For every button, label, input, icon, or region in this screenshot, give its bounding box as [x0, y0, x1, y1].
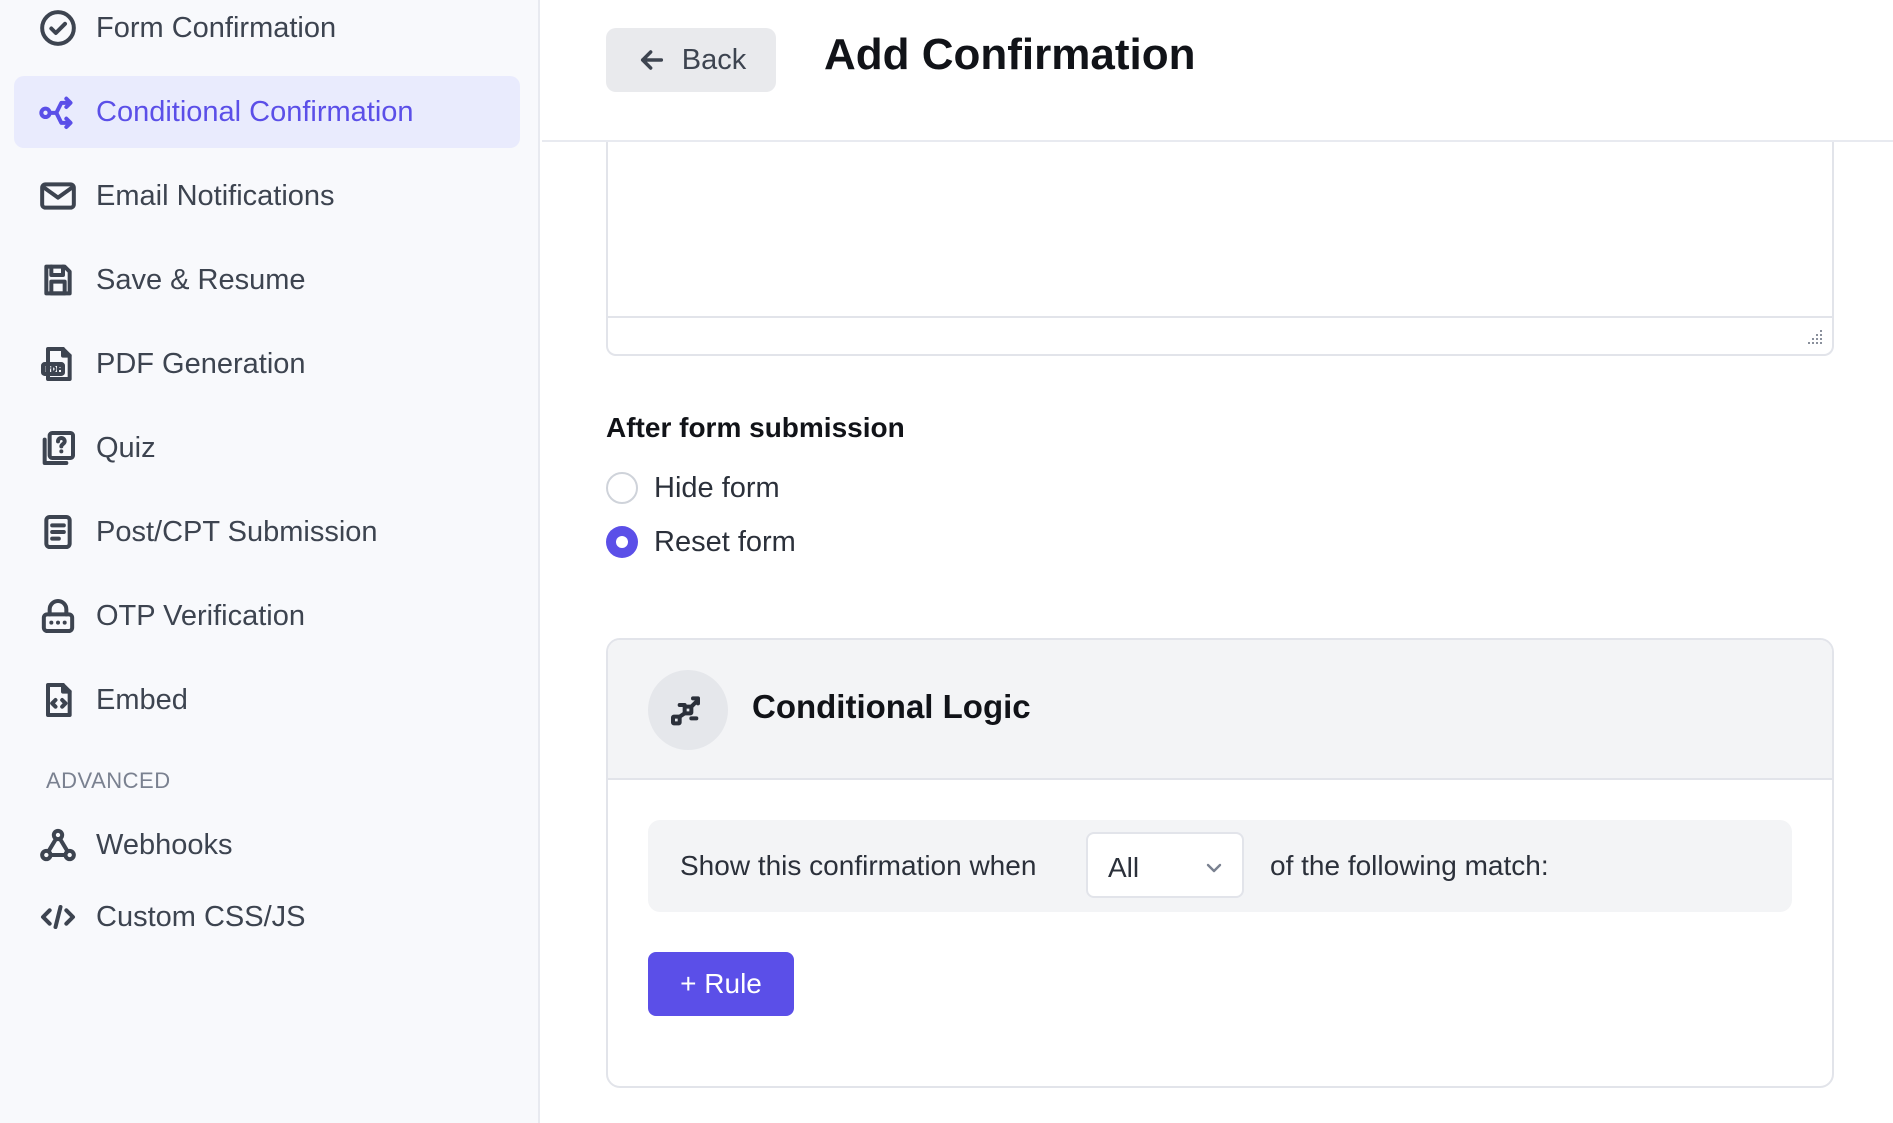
message-editor — [606, 142, 1834, 356]
sidebar-item-label: Post/CPT Submission — [96, 515, 378, 548]
code-file-icon — [38, 680, 78, 720]
radio-reset-form[interactable]: Reset form — [606, 522, 796, 562]
sidebar-item-embed[interactable]: Embed — [14, 664, 520, 736]
condition-prefix: Show this confirmation when — [680, 850, 1037, 881]
page-header: Back Add Confirmation — [542, 0, 1893, 142]
editor-text-area[interactable] — [608, 142, 1832, 318]
advanced-section-label: ADVANCED — [46, 768, 171, 793]
sidebar-item-conditional-confirmation[interactable]: Conditional Confirmation — [14, 76, 520, 148]
sidebar-item-label: PDF Generation — [96, 347, 306, 380]
after-submission-label: After form submission — [606, 412, 905, 443]
sidebar-item-pdf-generation[interactable]: PDF Generation — [14, 328, 520, 400]
sidebar-item-webhooks[interactable]: Webhooks — [14, 809, 520, 881]
sidebar-item-quiz[interactable]: Quiz — [14, 412, 520, 484]
sidebar-item-otp-verification[interactable]: OTP Verification — [14, 580, 520, 652]
sidebar-item-label: Email Notifications — [96, 179, 335, 212]
sidebar-item-label: Embed — [96, 683, 188, 716]
conditional-logic-header: Conditional Logic — [608, 640, 1832, 780]
radio-hide-form[interactable]: Hide form — [606, 468, 780, 508]
chevron-down-icon — [1206, 863, 1222, 873]
back-button[interactable]: Back — [606, 28, 776, 92]
quiz-icon — [38, 428, 78, 468]
sidebar-item-post-cpt-submission[interactable]: Post/CPT Submission — [14, 496, 520, 568]
sidebar-item-label: Conditional Confirmation — [96, 95, 414, 128]
conditional-logic-title: Conditional Logic — [752, 688, 1031, 725]
match-type-select[interactable]: All — [1086, 832, 1244, 898]
match-type-value: All — [1108, 852, 1140, 883]
condition-suffix: of the following match: — [1270, 850, 1549, 881]
radio-button[interactable] — [606, 472, 638, 504]
code-icon — [38, 897, 78, 937]
sidebar-item-label: Webhooks — [96, 828, 233, 861]
condition-row: Show this confirmation when All of the f… — [648, 820, 1792, 912]
document-icon — [38, 512, 78, 552]
save-icon — [38, 260, 78, 300]
add-rule-button[interactable]: + Rule — [648, 952, 794, 1016]
envelope-icon — [38, 176, 78, 216]
sidebar-item-save-resume[interactable]: Save & Resume — [14, 244, 520, 316]
page-title: Add Confirmation — [824, 30, 1196, 79]
lock-icon — [38, 596, 78, 636]
sidebar-item-form-confirmation[interactable]: Form Confirmation — [14, 0, 520, 64]
conditional-logic-card: Conditional Logic Show this confirmation… — [606, 638, 1834, 1088]
radio-label: Reset form — [654, 525, 796, 558]
resize-handle-icon[interactable] — [1802, 326, 1824, 348]
branch-icon — [38, 92, 78, 132]
radio-button-checked[interactable] — [606, 526, 638, 558]
app-root: Form Confirmation Conditional Confirmati… — [0, 0, 1893, 1123]
sidebar-item-label: OTP Verification — [96, 599, 306, 632]
sidebar-item-label: Save & Resume — [96, 263, 306, 296]
sidebar-item-email-notifications[interactable]: Email Notifications — [14, 160, 520, 232]
check-circle-icon — [38, 8, 78, 48]
radio-label: Hide form — [654, 471, 780, 504]
sidebar-item-label: Custom CSS/JS — [96, 900, 306, 933]
sidebar-item-custom-css-js[interactable]: Custom CSS/JS — [14, 881, 520, 953]
sidebar-item-label: Quiz — [96, 431, 156, 464]
webhook-icon — [38, 825, 78, 865]
sidebar: Form Confirmation Conditional Confirmati… — [0, 0, 540, 1123]
logic-icon-badge — [648, 670, 728, 750]
sidebar-item-label: Form Confirmation — [96, 11, 337, 44]
back-button-label: Back — [681, 43, 747, 76]
logic-branch-icon — [671, 696, 700, 726]
pdf-file-icon — [38, 344, 78, 384]
arrow-left-icon — [640, 50, 663, 70]
